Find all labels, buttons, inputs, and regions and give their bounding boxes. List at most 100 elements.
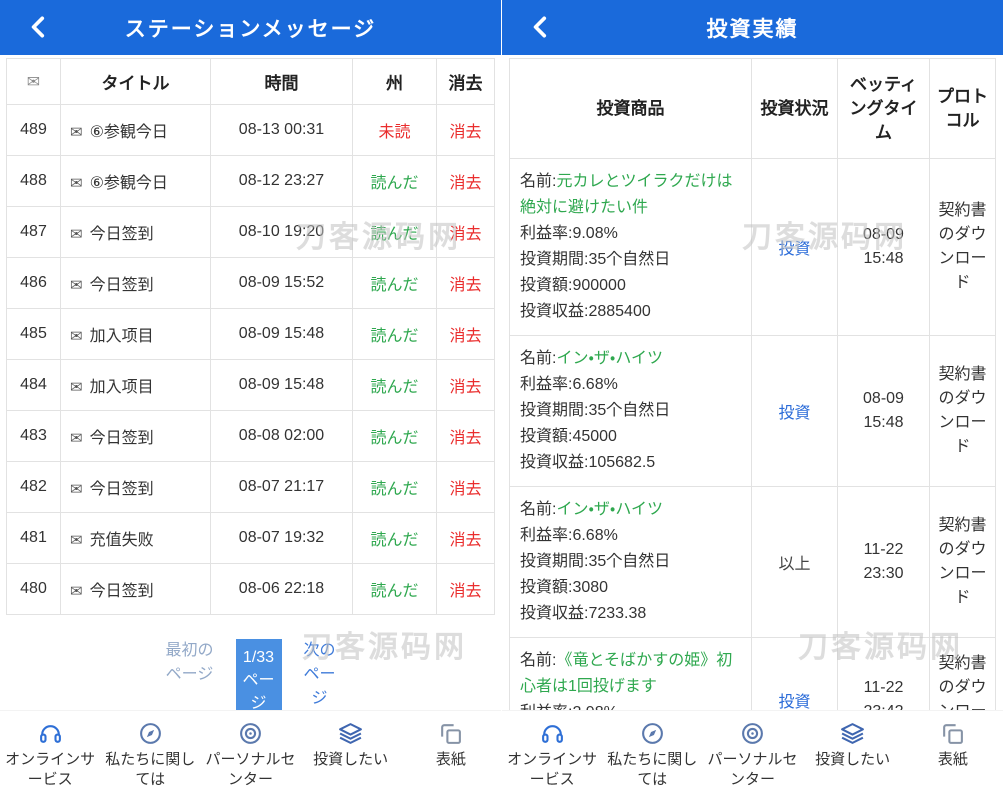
product-amount: 投資額:45000: [520, 424, 741, 450]
nav-label: 表紙: [938, 750, 968, 770]
page-title: 投資実績: [707, 13, 799, 43]
copy-icon: [438, 720, 463, 747]
left-app-header: ステーションメッセージ: [0, 0, 501, 55]
product-name: 名前:《竜とそばかすの姫》初心者は1回投げます: [520, 648, 741, 700]
envelope-icon: ✉: [70, 175, 83, 192]
contract-download-link[interactable]: 契約書のダウンロード: [930, 159, 996, 336]
compass-icon: [640, 720, 665, 747]
contract-download-link[interactable]: 契約書のダウンロード: [930, 487, 996, 638]
next-page-button[interactable]: 次のページ: [300, 639, 340, 711]
target-icon: [740, 720, 765, 747]
message-id: 482: [7, 462, 61, 513]
message-title[interactable]: ✉⑥参観今日: [61, 156, 211, 207]
investment-product: 名前:イン・ザ・ハイツ 利益率:6.68% 投資期間:35个自然日 投資額:45…: [510, 336, 752, 487]
message-title[interactable]: ✉今日签到: [61, 411, 211, 462]
table-row: 481 ✉充值失败 08-07 19:32 読んだ 消去: [7, 513, 495, 564]
table-header-row: 投資商品 投資状況 ベッティングタイム プロトコル: [510, 59, 996, 159]
delete-button[interactable]: 消去: [437, 513, 495, 564]
target-icon: [238, 720, 263, 747]
message-title[interactable]: ✉充值失败: [61, 513, 211, 564]
message-title[interactable]: ✉今日签到: [61, 207, 211, 258]
table-row: 485 ✉加入项目 08-09 15:48 読んだ 消去: [7, 309, 495, 360]
message-id: 489: [7, 105, 61, 156]
delete-button[interactable]: 消去: [437, 156, 495, 207]
first-page-button[interactable]: 最初のページ: [162, 639, 218, 687]
back-button[interactable]: [24, 13, 54, 43]
nav-online-service[interactable]: オンラインサービス: [0, 720, 100, 791]
message-state: 読んだ: [353, 564, 437, 615]
back-button[interactable]: [526, 13, 556, 43]
message-time: 08-09 15:52: [211, 258, 353, 309]
message-title[interactable]: ✉今日签到: [61, 462, 211, 513]
delete-button[interactable]: 消去: [437, 105, 495, 156]
invest-link[interactable]: 投資: [778, 405, 810, 422]
status-label: 以上: [778, 556, 810, 573]
col-title: タイトル: [61, 59, 211, 105]
envelope-icon: ✉: [70, 124, 83, 141]
message-title[interactable]: ✉加入项目: [61, 309, 211, 360]
message-id: 488: [7, 156, 61, 207]
message-state: 未読: [353, 105, 437, 156]
investment-product: 名前:イン・ザ・ハイツ 利益率:6.68% 投資期間:35个自然日 投資額:30…: [510, 487, 752, 638]
envelope-icon: ✉: [70, 328, 83, 345]
message-state: 読んだ: [353, 156, 437, 207]
message-state: 読んだ: [353, 462, 437, 513]
message-id: 484: [7, 360, 61, 411]
message-id: 483: [7, 411, 61, 462]
delete-button[interactable]: 消去: [437, 411, 495, 462]
compass-icon: [138, 720, 163, 747]
nav-label: 投資したい: [815, 750, 890, 770]
nav-personal-center[interactable]: パーソナルセンター: [702, 720, 802, 791]
message-state: 読んだ: [353, 207, 437, 258]
message-time: 08-10 19:20: [211, 207, 353, 258]
nav-invest[interactable]: 投資したい: [301, 720, 401, 770]
nav-label: 表紙: [436, 750, 466, 770]
product-period: 投資期間:35个自然日: [520, 398, 741, 424]
investment-row: 名前:イン・ザ・ハイツ 利益率:6.68% 投資期間:35个自然日 投資額:45…: [510, 336, 996, 487]
nav-online-service[interactable]: オンラインサービス: [502, 720, 602, 791]
message-time: 08-12 23:27: [211, 156, 353, 207]
envelope-icon: ✉: [70, 430, 83, 447]
envelope-icon: ✉: [70, 379, 83, 396]
col-betting-time: ベッティングタイム: [838, 59, 930, 159]
message-title[interactable]: ✉今日签到: [61, 564, 211, 615]
nav-about-us[interactable]: 私たちに関しては: [100, 720, 200, 791]
delete-button[interactable]: 消去: [437, 462, 495, 513]
delete-button[interactable]: 消去: [437, 309, 495, 360]
betting-time: 08-09 15:48: [838, 159, 930, 336]
message-id: 485: [7, 309, 61, 360]
table-row: 486 ✉今日签到 08-09 15:52 読んだ 消去: [7, 258, 495, 309]
betting-time: 08-09 15:48: [838, 336, 930, 487]
nav-personal-center[interactable]: パーソナルセンター: [200, 720, 300, 791]
product-profit: 利益率:9.08%: [520, 221, 741, 247]
delete-button[interactable]: 消去: [437, 564, 495, 615]
envelope-icon: ✉: [70, 583, 83, 600]
nav-about-us[interactable]: 私たちに関しては: [602, 720, 702, 791]
message-time: 08-06 22:18: [211, 564, 353, 615]
table-row: 480 ✉今日签到 08-06 22:18 読んだ 消去: [7, 564, 495, 615]
envelope-icon: ✉: [70, 532, 83, 549]
table-row: 488 ✉⑥参観今日 08-12 23:27 読んだ 消去: [7, 156, 495, 207]
nav-label: オンラインサービス: [502, 750, 602, 791]
back-icon: [528, 14, 554, 40]
delete-button[interactable]: 消去: [437, 360, 495, 411]
product-name: 名前:元カレとツイラクだけは絶対に避けたい件: [520, 169, 741, 221]
right-app-header: 投資実績: [502, 0, 1003, 55]
message-title[interactable]: ✉加入项目: [61, 360, 211, 411]
invest-link[interactable]: 投資: [778, 241, 810, 258]
table-row: 489 ✉⑥参観今日 08-13 00:31 未読 消去: [7, 105, 495, 156]
invest-link[interactable]: 投資: [778, 694, 810, 711]
contract-download-link[interactable]: 契約書のダウンロード: [930, 336, 996, 487]
delete-button[interactable]: 消去: [437, 207, 495, 258]
nav-cover[interactable]: 表紙: [903, 720, 1003, 770]
message-title[interactable]: ✉今日签到: [61, 258, 211, 309]
message-title[interactable]: ✉⑥参観今日: [61, 105, 211, 156]
product-name: 名前:イン・ザ・ハイツ: [520, 497, 741, 523]
nav-cover[interactable]: 表紙: [401, 720, 501, 770]
col-protocol: プロトコル: [930, 59, 996, 159]
product-name: 名前:イン・ザ・ハイツ: [520, 346, 741, 372]
nav-invest[interactable]: 投資したい: [803, 720, 903, 770]
message-time: 08-09 15:48: [211, 309, 353, 360]
delete-button[interactable]: 消去: [437, 258, 495, 309]
nav-label: 投資したい: [313, 750, 388, 770]
